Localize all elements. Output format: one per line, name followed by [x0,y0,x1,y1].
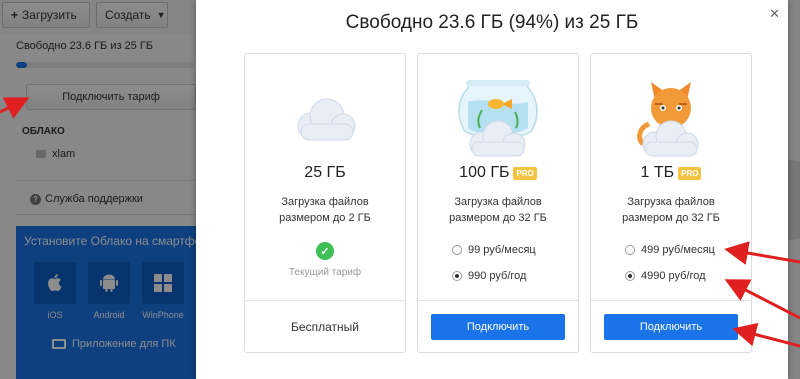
cat-icon [591,64,751,164]
plan-footer: Подключить [591,300,751,352]
fishbowl-icon [418,64,578,164]
plan-size: 100 ГБ PRO [418,164,578,182]
current-plan-indicator: ✓ Текущий тариф [245,242,405,278]
connect-button[interactable]: Подключить [431,313,565,340]
modal-title: Свободно 23.6 ГБ (94%) из 25 ГБ [345,12,639,33]
plan-desc-line1: Загрузка файлов [627,196,715,208]
radio-button-selected[interactable] [452,271,462,281]
connect-button[interactable]: Подключить [604,313,738,340]
plan-size-value: 100 ГБ [459,164,510,181]
plan-size-value: 1 ТБ [640,164,675,181]
price-year-label: 990 руб/год [468,270,527,282]
plan-size: 25 ГБ [245,164,405,182]
plan-desc-line2: размером до 2 ГБ [279,212,371,224]
price-year-label: 4990 руб/год [641,270,706,282]
plan-card-100gb: 100 ГБ PRO Загрузка файлов размером до 32 … [417,53,579,353]
plan-footer: Бесплатный [245,300,405,352]
radio-button[interactable] [625,245,635,255]
pro-badge: PRO [678,166,702,180]
cloud-icon [245,64,405,164]
radio-button-selected[interactable] [625,271,635,281]
price-month-label: 499 руб/месяц [641,244,715,256]
price-option-month[interactable]: 499 руб/месяц [625,244,715,256]
plan-description: Загрузка файлов размером до 32 ГБ [591,194,751,226]
price-option-month[interactable]: 99 руб/месяц [452,244,536,256]
plan-description: Загрузка файлов размером до 2 ГБ [245,194,405,226]
plan-card-free: 25 ГБ Загрузка файлов размером до 2 ГБ ✓ … [244,53,406,353]
free-plan-label: Бесплатный [291,319,359,334]
close-icon[interactable]: ✕ [769,6,780,22]
price-option-year[interactable]: 990 руб/год [452,270,526,282]
tariff-modal: Свободно 23.6 ГБ (94%) из 25 ГБ ✕ 25 ГБ … [196,0,788,379]
plan-size: 1 ТБ PRO [591,164,751,182]
plan-desc-line2: размером до 32 ГБ [449,212,547,224]
plan-description: Загрузка файлов размером до 32 ГБ [418,194,578,226]
plan-desc-line1: Загрузка файлов [281,196,369,208]
price-month-label: 99 руб/месяц [468,244,536,256]
plan-card-1tb: 1 ТБ PRO Загрузка файлов размером до 32 ГБ… [590,53,752,353]
current-plan-label: Текущий тариф [288,267,362,278]
plan-footer: Подключить [418,300,578,352]
plan-desc-line2: размером до 32 ГБ [622,212,720,224]
radio-button[interactable] [452,245,462,255]
price-option-year[interactable]: 4990 руб/год [625,270,706,282]
plan-desc-line1: Загрузка файлов [454,196,542,208]
checkmark-icon: ✓ [316,242,334,260]
pro-badge: PRO [513,166,537,180]
plan-size-value: 25 ГБ [304,164,346,181]
